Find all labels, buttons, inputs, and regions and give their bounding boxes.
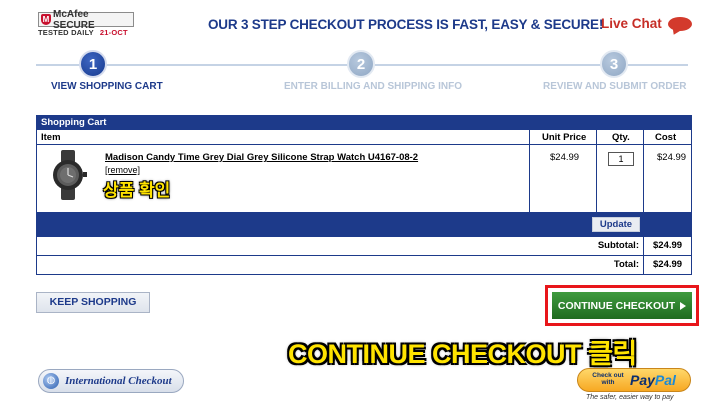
remove-item-link[interactable]: [remove] bbox=[105, 165, 140, 175]
continue-checkout-label: CONTINUE CHECKOUT bbox=[557, 299, 676, 312]
paypal-checkout-button[interactable]: Check out with PayPal bbox=[577, 368, 691, 392]
subtotal-row: Subtotal: $24.99 bbox=[37, 236, 691, 255]
product-watch-image[interactable] bbox=[47, 150, 91, 200]
step-1-circle: 1 bbox=[79, 50, 107, 78]
col-header-item: Item bbox=[41, 132, 61, 143]
cart-title: Shopping Cart bbox=[37, 116, 691, 130]
col-header-cost: Cost bbox=[655, 132, 677, 143]
mcafee-badge-bottom: TESTED DAILY 21-OCT bbox=[38, 28, 134, 37]
international-checkout-button[interactable]: ◍ International Checkout bbox=[38, 369, 184, 393]
step-1-label: VIEW SHOPPING CART bbox=[51, 81, 163, 92]
globe-icon: ◍ bbox=[43, 373, 59, 389]
col-divider bbox=[643, 130, 644, 212]
paypal-tagline: The safer, easier way to pay bbox=[586, 394, 674, 401]
sum-divider bbox=[643, 256, 644, 274]
paypal-logo-pal: Pal bbox=[654, 372, 676, 388]
product-name-link[interactable]: Madison Candy Time Grey Dial Grey Silico… bbox=[105, 152, 418, 163]
continue-checkout-button[interactable]: CONTINUE CHECKOUT bbox=[552, 292, 692, 319]
step-2-label: ENTER BILLING AND SHIPPING INFO bbox=[284, 81, 462, 92]
cart-header-row bbox=[37, 130, 691, 145]
mcafee-shield-icon: M bbox=[41, 14, 51, 25]
step-3-circle: 3 bbox=[600, 50, 628, 78]
live-chat-label: Live Chat bbox=[601, 16, 662, 31]
unit-price-value: $24.99 bbox=[550, 152, 580, 163]
mcafee-date: 21-OCT bbox=[99, 28, 128, 37]
live-chat-link[interactable]: Live Chat bbox=[601, 16, 692, 31]
annotation-product-check: 상품 확인 bbox=[103, 181, 171, 200]
total-label: Total: bbox=[613, 259, 639, 270]
checkout-headline: OUR 3 STEP CHECKOUT PROCESS IS FAST, EAS… bbox=[208, 17, 604, 32]
cost-value: $24.99 bbox=[657, 152, 687, 163]
paypal-logo: PayPal bbox=[630, 372, 676, 388]
step-3-label: REVIEW AND SUBMIT ORDER bbox=[543, 81, 687, 92]
total-value: $24.99 bbox=[653, 259, 683, 270]
paypal-logo-pay: Pay bbox=[630, 372, 655, 388]
subtotal-label: Subtotal: bbox=[597, 240, 639, 251]
annotation-click-continue: CONTINUE CHECKOUT 클릭 bbox=[288, 339, 637, 369]
arrow-right-icon bbox=[680, 301, 687, 310]
col-divider bbox=[596, 130, 597, 212]
chat-bubble-icon bbox=[667, 16, 692, 31]
mcafee-badge-top: M McAfee SECURE bbox=[38, 9, 134, 31]
subtotal-value: $24.99 bbox=[653, 240, 683, 251]
international-checkout-label: International Checkout bbox=[65, 375, 172, 387]
shopping-cart-table: Shopping Cart Item Unit Price Qty. Cost … bbox=[36, 115, 692, 275]
keep-shopping-button[interactable]: KEEP SHOPPING bbox=[36, 292, 150, 313]
continue-checkout-highlight: CONTINUE CHECKOUT bbox=[545, 285, 699, 326]
quantity-input[interactable] bbox=[608, 152, 634, 166]
total-row: Total: $24.99 bbox=[37, 255, 691, 274]
mcafee-tested: TESTED DAILY bbox=[38, 28, 94, 37]
step-2-circle: 2 bbox=[347, 50, 375, 78]
col-header-qty: Qty. bbox=[612, 132, 630, 143]
col-divider bbox=[529, 130, 530, 212]
sum-divider bbox=[643, 237, 644, 255]
mcafee-secure-badge[interactable]: M McAfee SECURE TESTED DAILY 21-OCT bbox=[38, 9, 134, 40]
update-button[interactable]: Update bbox=[592, 217, 640, 232]
col-header-unit-price: Unit Price bbox=[542, 132, 587, 143]
paypal-small-text: Check out with bbox=[592, 372, 624, 386]
